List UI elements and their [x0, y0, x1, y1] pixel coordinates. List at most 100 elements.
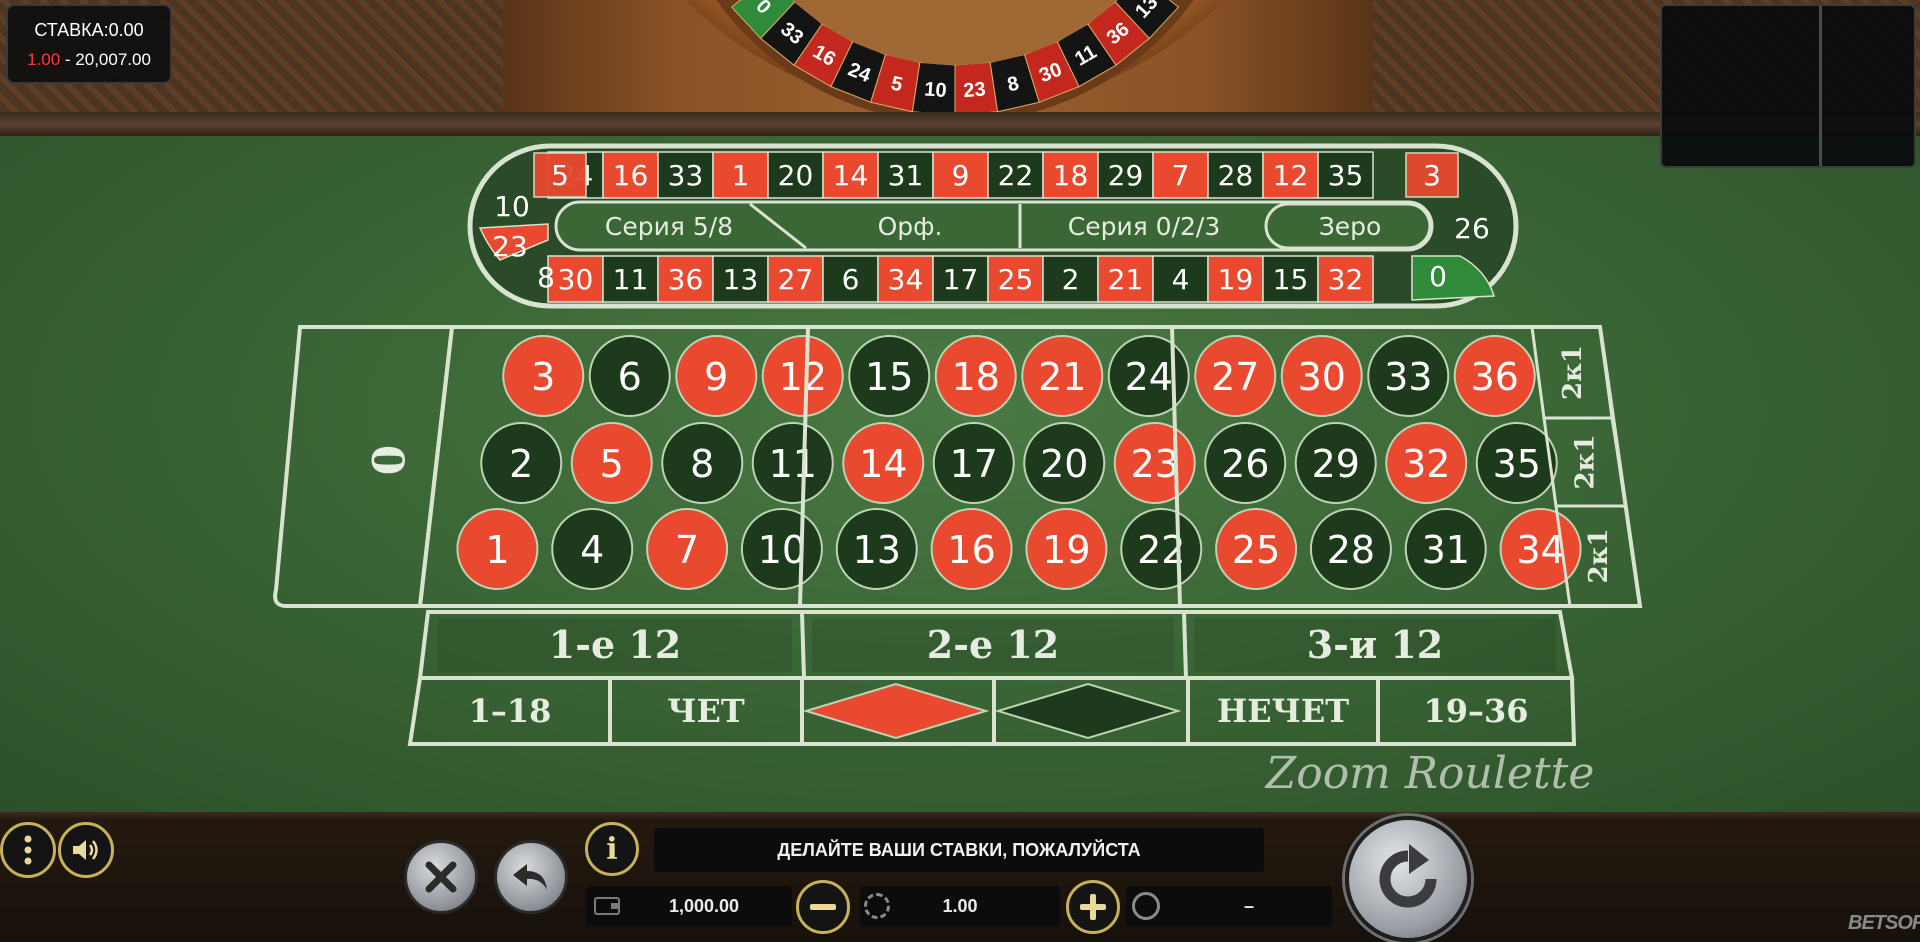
history-divider — [1819, 6, 1822, 166]
racetrack-end-top-right: 3 — [1423, 159, 1441, 192]
number-10-label: 10 — [758, 528, 806, 572]
racetrack-bottom-cell-label: 2 — [1062, 263, 1080, 296]
racetrack-top-cell-label: 7 — [1172, 159, 1190, 192]
info-icon: i — [606, 831, 618, 867]
bet-info-panel: СТАВКА:0.00 1.00 - 20,007.00 — [6, 4, 172, 84]
racetrack-top-cell-label: 20 — [778, 159, 814, 192]
racetrack-bottom-cell-label: 32 — [1328, 263, 1364, 296]
racetrack-top-cell-label: 16 — [613, 159, 649, 192]
current-bet: СТАВКА:0.00 — [8, 20, 170, 41]
number-35-label: 35 — [1493, 442, 1541, 486]
racetrack-bottom-cell-label: 15 — [1273, 263, 1309, 296]
racetrack-bottom-cell-label: 11 — [613, 263, 649, 296]
bet-label: СТАВКА: — [34, 20, 109, 40]
number-3-label: 3 — [531, 355, 555, 399]
undo-arrow-icon — [513, 864, 547, 890]
number-36-label: 36 — [1471, 355, 1519, 399]
results-history-panel — [1660, 4, 1916, 168]
dozen-bet-1-label: 1-е 12 — [549, 622, 682, 667]
win-value: – — [1243, 896, 1254, 916]
racetrack-top-cell-label: 29 — [1108, 159, 1144, 192]
racetrack-bottom-cell-label: 4 — [1172, 263, 1190, 296]
number-14-label: 14 — [859, 442, 907, 486]
racetrack-bottom-cell-label: 34 — [888, 263, 924, 296]
outside-bet-label[interactable]: 1–18 — [469, 692, 552, 730]
plus-icon — [1080, 894, 1106, 920]
number-12-label: 12 — [779, 355, 827, 399]
table-rail — [0, 112, 1920, 136]
wheel-number: 10 — [924, 78, 948, 102]
red-bet-diamond[interactable] — [802, 682, 990, 740]
spin-button[interactable] — [1345, 816, 1471, 942]
dozen-bet-2-label: 2-е 12 — [927, 622, 1060, 667]
betting-layout: 2416331201431922182972812353011361327634… — [273, 143, 1643, 799]
number-27-label: 27 — [1211, 355, 1259, 399]
number-30-label: 30 — [1298, 355, 1346, 399]
racetrack-bottom-cell-label: 19 — [1218, 263, 1254, 296]
status-message: ДЕЛАЙТЕ ВАШИ СТАВКИ, ПОЖАЛУЙСТА — [654, 828, 1264, 872]
zero-label: 0 — [361, 445, 412, 476]
number-2-label: 2 — [509, 442, 533, 486]
balance-display: 1,000.00 — [586, 886, 792, 926]
number-13-label: 13 — [853, 528, 901, 572]
number-11-label: 11 — [769, 442, 817, 486]
number-24-label: 24 — [1125, 355, 1173, 399]
table-felt: 2416331201431922182972812353011361327634… — [0, 136, 1920, 816]
bet-value: 0.00 — [108, 20, 144, 40]
outside-bet-label[interactable]: 19–36 — [1423, 692, 1528, 730]
number-28-label: 28 — [1327, 528, 1375, 572]
number-25-label: 25 — [1232, 528, 1280, 572]
number-5-label: 5 — [600, 442, 624, 486]
dozen-divider — [800, 611, 806, 679]
number-20-label: 20 — [1040, 442, 1088, 486]
racetrack-left-bottom: 23 — [492, 230, 528, 263]
undo-button[interactable] — [494, 840, 568, 914]
voisins-bet[interactable]: Серия 0/2/3 — [1068, 212, 1221, 241]
number-15-label: 15 — [865, 355, 913, 399]
win-display: – — [1126, 886, 1332, 926]
number-16-label: 16 — [947, 528, 995, 572]
increase-stake-button[interactable] — [1066, 880, 1120, 934]
clear-bets-button[interactable] — [404, 840, 478, 914]
racetrack-bottom-cell-label: 6 — [842, 263, 860, 296]
column-bet-3-label: 2к1 — [1584, 529, 1614, 584]
outside-bet-label[interactable]: НЕЧЕТ — [1217, 692, 1349, 730]
racetrack-top-cell-label: 33 — [668, 159, 704, 192]
racetrack-left-top: 10 — [494, 190, 530, 223]
wheel-number: 23 — [963, 78, 987, 102]
close-icon — [425, 861, 457, 893]
limit-max: 20,007.00 — [75, 50, 151, 69]
limit-min: 1.00 — [27, 50, 61, 69]
sound-button[interactable] — [58, 822, 114, 878]
racetrack-top-cell-label: 31 — [888, 159, 924, 192]
decrease-stake-button[interactable] — [796, 880, 850, 934]
number-4-label: 4 — [580, 528, 604, 572]
number-26-label: 26 — [1221, 442, 1269, 486]
number-1-label: 1 — [485, 528, 509, 572]
number-34-label: 34 — [1516, 528, 1564, 572]
number-6-label: 6 — [618, 355, 642, 399]
column-bet-1-label: 2к1 — [1558, 345, 1588, 400]
stake-value: 1.00 — [942, 896, 978, 916]
column-bet-2-label: 2к1 — [1571, 435, 1601, 490]
number-9-label: 9 — [704, 355, 728, 399]
racetrack-top-cell-label: 35 — [1328, 159, 1364, 192]
minus-icon — [810, 904, 836, 910]
zero-game-bet[interactable]: Зеро — [1319, 212, 1382, 241]
info-button[interactable]: i — [585, 822, 639, 876]
racetrack-bottom-cell-label: 21 — [1108, 263, 1144, 296]
racetrack-zero: 0 — [1429, 260, 1447, 293]
racetrack-bottom-cell-label: 27 — [778, 263, 814, 296]
outside-bet-label[interactable]: ЧЕТ — [667, 692, 745, 730]
tiers-bet[interactable]: Серия 5/8 — [605, 212, 733, 241]
table-limits: 1.00 - 20,007.00 — [8, 50, 170, 70]
menu-button[interactable] — [0, 822, 56, 878]
racetrack-end-bottom-left: 8 — [537, 261, 555, 294]
racetrack-top-cell-label: 28 — [1218, 159, 1254, 192]
stake-display: 1.00 — [860, 886, 1060, 926]
roulette-wheel-numbers: 0331624 5 10 23 8 30113613 — [716, 0, 1194, 112]
orphans-bet[interactable]: Орф. — [878, 212, 943, 241]
racetrack-top-cell-label: 1 — [732, 159, 750, 192]
black-bet-diamond[interactable] — [994, 682, 1182, 740]
racetrack: 2416331201431922182972812353011361327634… — [467, 143, 1519, 309]
